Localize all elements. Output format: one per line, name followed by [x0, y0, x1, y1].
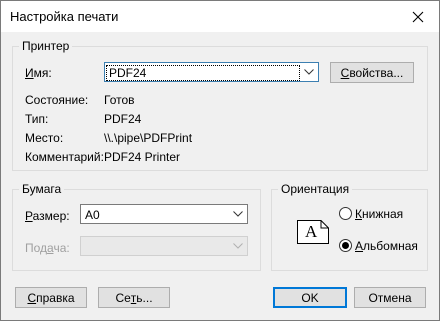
status-value: Готов [104, 93, 135, 107]
radio-selected-dot [342, 242, 349, 249]
print-setup-dialog: Настройка печати Принтер Имя: PDF24 Свой… [0, 0, 440, 321]
paper-size-value: A0 [85, 208, 100, 222]
landscape-label[interactable]: Альбомная [355, 239, 418, 253]
printer-name-select[interactable]: PDF24 [104, 62, 319, 82]
printer-group-label: Принтер [19, 39, 73, 53]
portrait-radio[interactable] [339, 207, 352, 220]
chevron-down-icon [229, 237, 247, 255]
status-label: Состояние: [25, 93, 89, 107]
orientation-group-label: Ориентация [278, 182, 353, 196]
help-button[interactable]: Справка [15, 287, 87, 308]
paper-source-select [80, 236, 248, 256]
network-button[interactable]: Се т ь... [98, 287, 170, 308]
portrait-label[interactable]: Книжная [355, 207, 403, 221]
orientation-preview-letter: A [305, 222, 318, 241]
cancel-button[interactable]: Отмена [354, 287, 426, 308]
close-icon [412, 11, 424, 22]
landscape-radio[interactable] [339, 239, 352, 252]
location-value: \\.\pipe\PDFPrint [104, 131, 193, 145]
paper-group: Бумага [12, 182, 261, 271]
location-label: Место: [25, 131, 64, 145]
printer-name-value: PDF24 [106, 65, 300, 81]
paper-size-label: Размер: [25, 209, 70, 223]
properties-button[interactable]: Свойства... [330, 62, 414, 83]
ok-button[interactable]: OK [273, 287, 347, 308]
chevron-down-icon [300, 63, 318, 81]
printer-name-label: Имя: [25, 66, 52, 80]
title-bar: Настройка печати [1, 1, 439, 32]
comment-value: PDF24 Printer [104, 150, 181, 164]
paper-group-label: Бумага [19, 182, 65, 196]
dialog-title: Настройка печати [10, 9, 119, 24]
orientation-group: Ориентация [271, 182, 428, 271]
type-value: PDF24 [104, 112, 142, 126]
paper-size-select[interactable]: A0 [80, 204, 248, 224]
close-button[interactable] [397, 1, 439, 32]
chevron-down-icon [229, 205, 247, 223]
comment-label: Комментарий: [25, 150, 104, 164]
type-label: Тип: [25, 112, 49, 126]
paper-source-label: Подача: [25, 241, 70, 255]
orientation-preview-icon: A [297, 220, 329, 244]
